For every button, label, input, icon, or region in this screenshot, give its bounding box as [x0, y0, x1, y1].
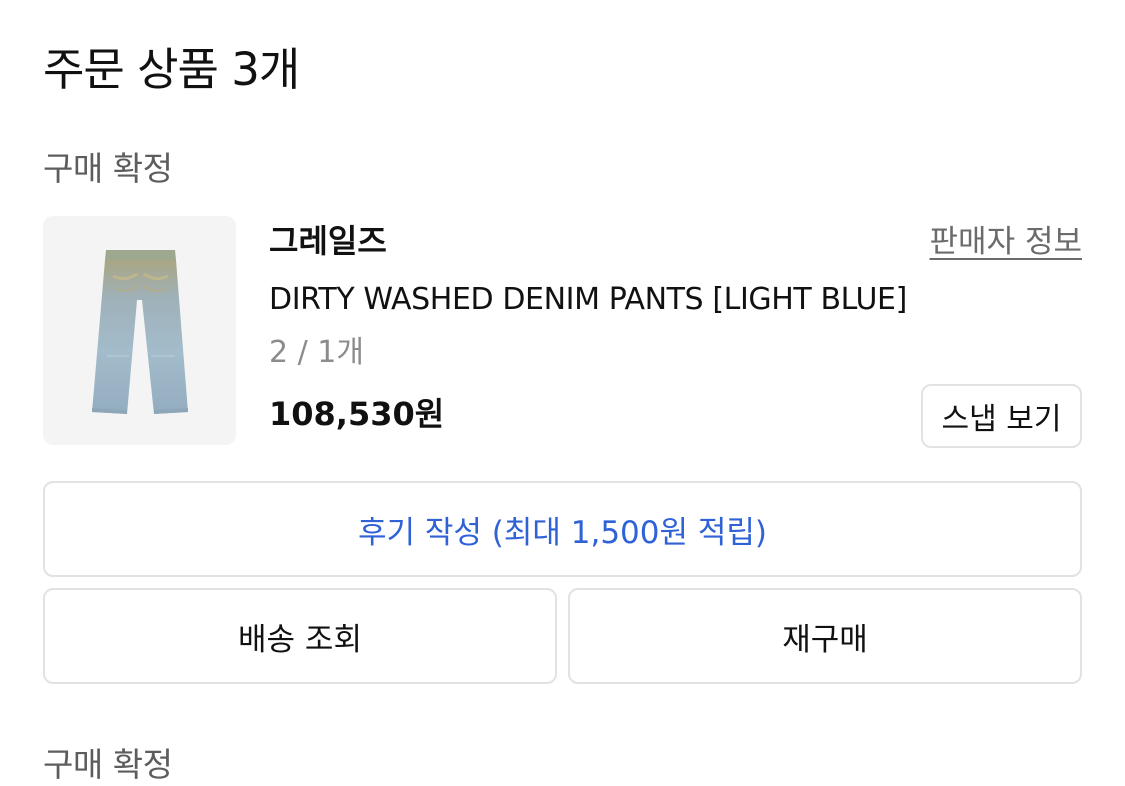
write-review-button[interactable]: 후기 작성 (최대 1,500원 적립) [43, 481, 1082, 577]
next-order-status-label: 구매 확정 [43, 745, 173, 784]
rebuy-button[interactable]: 재구매 [568, 588, 1082, 684]
denim-pants-image [92, 250, 188, 414]
order-items-title: 주문 상품 3개 [43, 43, 300, 96]
product-thumbnail[interactable] [43, 216, 236, 445]
order-status-label: 구매 확정 [43, 149, 173, 188]
product-price: 108,530원 [269, 395, 445, 433]
track-delivery-button[interactable]: 배송 조회 [43, 588, 557, 684]
seller-info-link[interactable]: 판매자 정보 [930, 221, 1082, 263]
view-snap-button[interactable]: 스냅 보기 [921, 384, 1082, 448]
brand-name[interactable]: 그레일즈 [269, 220, 387, 262]
product-option: 2 / 1개 [269, 335, 364, 370]
product-name[interactable]: DIRTY WASHED DENIM PANTS [LIGHT BLUE] [269, 279, 907, 321]
